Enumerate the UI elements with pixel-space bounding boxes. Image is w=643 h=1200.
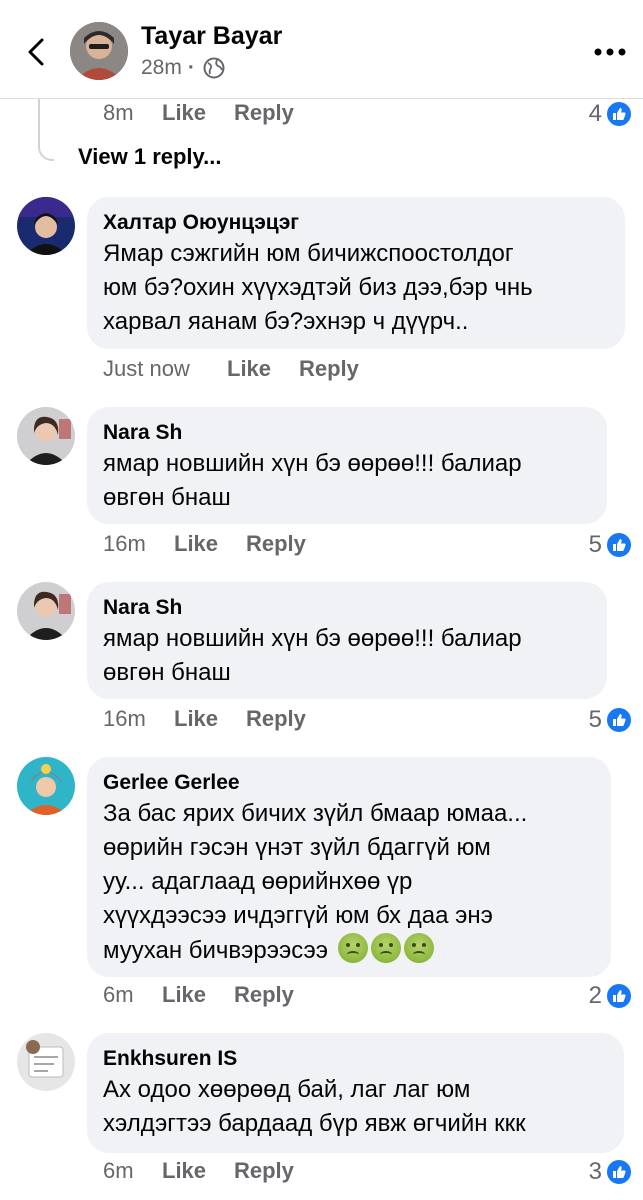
comment-bubble[interactable]: Nara Sh ямар новшийн хүн бэ өөрөө!!! бал…: [87, 407, 607, 524]
author-name[interactable]: Tayar Bayar: [141, 22, 282, 51]
commenter-name[interactable]: Enkhsuren IS: [103, 1045, 606, 1073]
comment-text: ямар новшийн хүн бэ өөрөө!!! балиар өвгө…: [103, 625, 522, 686]
view-replies-link[interactable]: View 1 reply...: [78, 144, 221, 170]
comment-time: 16m: [103, 531, 146, 556]
comment-time: Just now: [103, 356, 190, 381]
reply-button[interactable]: Reply: [246, 706, 306, 732]
comment-text: Ямар сэжгийн юм бичижспоостолдог юм бэ?о…: [103, 240, 533, 335]
reply-button[interactable]: Reply: [299, 356, 359, 382]
separator-dot: ·: [187, 56, 195, 79]
commenter-name[interactable]: Nara Sh: [103, 419, 589, 447]
like-button[interactable]: Like: [174, 706, 218, 732]
comment-time: 6m: [103, 982, 134, 1007]
comment-time: 16m: [103, 706, 146, 731]
comment-actions: Just now Like Reply: [0, 356, 643, 390]
reply-button[interactable]: Reply: [234, 982, 294, 1008]
globe-icon: [203, 57, 225, 79]
reaction-count[interactable]: 2: [589, 982, 633, 1010]
commenter-avatar[interactable]: [17, 757, 75, 815]
back-button[interactable]: [18, 34, 54, 70]
nauseated-face-emoji-icon: [337, 933, 368, 963]
post-time[interactable]: 28m: [141, 56, 182, 80]
post-header: Tayar Bayar 28m ·: [0, 0, 643, 99]
reply-button[interactable]: Reply: [234, 1158, 294, 1184]
like-button[interactable]: Like: [162, 1158, 206, 1184]
comment-actions: 6m Like Reply 2: [0, 982, 643, 1016]
like-button[interactable]: Like: [162, 100, 206, 126]
commenter-avatar[interactable]: [17, 1033, 75, 1091]
comment-bubble[interactable]: Gerlee Gerlee За бас ярих бичих зүйл бма…: [87, 757, 611, 977]
commenter-name[interactable]: Халтар Оюунцэцэг: [103, 209, 607, 237]
reaction-count[interactable]: 5: [589, 706, 633, 734]
comment-bubble[interactable]: Enkhsuren IS Ах одоо хөөрөөд бай, лаг ла…: [87, 1033, 624, 1153]
comment-text: Ах одоо хөөрөөд бай, лаг лаг юм хэлдэгтэ…: [103, 1076, 526, 1137]
like-button[interactable]: Like: [162, 982, 206, 1008]
like-reaction-icon: [605, 531, 633, 559]
like-reaction-icon: [605, 706, 633, 734]
comment-text: За бас ярих бичих зүйл бмаар юмаа... өөр…: [103, 800, 528, 964]
commenter-name[interactable]: Gerlee Gerlee: [103, 769, 593, 797]
comment-bubble[interactable]: Халтар Оюунцэцэг Ямар сэжгийн юм бичижсп…: [87, 197, 625, 349]
comment-time: 6m: [103, 1158, 134, 1183]
commenter-name[interactable]: Nara Sh: [103, 594, 589, 622]
comment-actions: 6m Like Reply 3: [0, 1158, 643, 1192]
comment-text: ямар новшийн хүн бэ өөрөө!!! балиар өвгө…: [103, 450, 522, 511]
nauseated-face-emoji-icon: [370, 933, 401, 963]
like-reaction-icon: [605, 100, 633, 128]
reaction-count[interactable]: 4: [589, 100, 633, 128]
commenter-avatar[interactable]: [17, 407, 75, 465]
author-avatar[interactable]: [70, 22, 128, 80]
more-icon: [594, 48, 626, 56]
like-button[interactable]: Like: [174, 531, 218, 557]
reply-button[interactable]: Reply: [246, 531, 306, 557]
chevron-left-icon: [28, 38, 44, 66]
more-options-button[interactable]: [592, 38, 628, 66]
commenter-avatar[interactable]: [17, 582, 75, 640]
reply-button[interactable]: Reply: [234, 100, 294, 126]
like-button[interactable]: Like: [227, 356, 271, 382]
like-reaction-icon: [605, 1158, 633, 1186]
comment-actions: 16m Like Reply 5: [0, 706, 643, 740]
nauseated-face-emoji-icon: [403, 933, 434, 963]
comment-bubble[interactable]: Nara Sh ямар новшийн хүн бэ өөрөө!!! бал…: [87, 582, 607, 699]
comment-time: 8m: [103, 100, 134, 125]
reaction-count[interactable]: 5: [589, 531, 633, 559]
comment-actions: 16m Like Reply 5: [0, 531, 643, 565]
reaction-count[interactable]: 3: [589, 1158, 633, 1186]
comment-actions: 8m Like Reply 4: [0, 100, 643, 134]
like-reaction-icon: [605, 982, 633, 1010]
post-meta: 28m ·: [141, 56, 225, 80]
commenter-avatar[interactable]: [17, 197, 75, 255]
